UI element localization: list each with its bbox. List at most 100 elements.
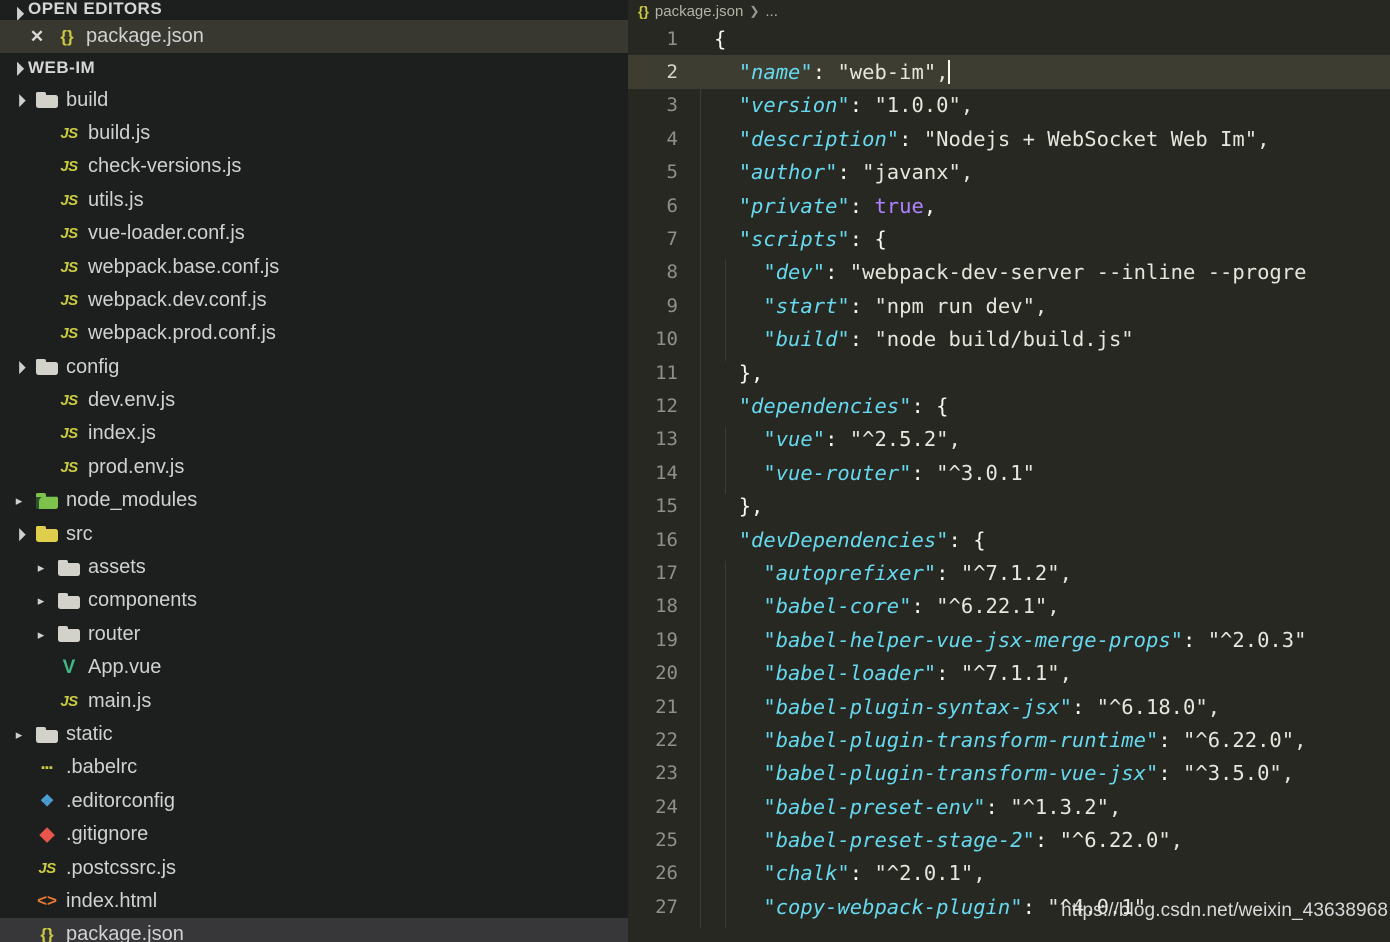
code-line[interactable]: 24 "babel-preset-env": "^1.3.2", xyxy=(628,790,1390,829)
token-p: { xyxy=(714,26,727,51)
tree-item-gitignore[interactable]: ◆ .gitignore xyxy=(0,818,628,851)
tree-item-main-js[interactable]: JS main.js xyxy=(0,684,628,717)
tree-item-node-modules[interactable]: node_modules xyxy=(0,484,628,517)
token-key: "build" xyxy=(763,327,850,352)
chevron-down-icon[interactable] xyxy=(6,7,28,19)
file-tree[interactable]: build JS build.js JS check-versions.js JS util… xyxy=(0,83,628,942)
code-text: { xyxy=(700,27,726,51)
code-line[interactable]: 19 "babel-helper-vue-jsx-merge-props": "… xyxy=(628,623,1390,662)
code-line[interactable]: 22 "babel-plugin-transform-runtime": "^6… xyxy=(628,723,1390,762)
code-line[interactable]: 1{ xyxy=(628,22,1390,55)
token-key: "babel-loader" xyxy=(763,661,937,686)
token-p: : xyxy=(936,661,961,686)
tree-item-assets[interactable]: assets xyxy=(0,551,628,584)
tree-item-package-json[interactable]: {} package.json xyxy=(0,918,628,942)
token-key: "chalk" xyxy=(763,861,850,886)
tree-item-label: utils.js xyxy=(88,188,144,211)
tree-item-check-versions-js[interactable]: JS check-versions.js xyxy=(0,150,628,183)
code-line[interactable]: 5 "author": "javanx", xyxy=(628,156,1390,194)
open-editor-item[interactable]: ✕ {} package.json xyxy=(0,20,628,54)
tree-item-index-html[interactable]: <> index.html xyxy=(0,885,628,918)
chevron-down-icon[interactable] xyxy=(6,62,28,74)
tree-item-dev-env-js[interactable]: JS dev.env.js xyxy=(0,384,628,417)
tree-item-label: prod.env.js xyxy=(88,455,185,478)
code-line[interactable]: 23 "babel-plugin-transform-vue-jsx": "^3… xyxy=(628,757,1390,795)
code-line[interactable]: 13 "vue": "^2.5.2", xyxy=(628,423,1390,461)
tree-item-webpack-prod-conf-js[interactable]: JS webpack.prod.conf.js xyxy=(0,317,628,350)
line-number: 16 xyxy=(655,528,678,551)
code-line[interactable]: 18 "babel-core": "^6.22.1", xyxy=(628,590,1390,628)
code-line[interactable]: 8 "dev": "webpack-dev-server --inline --… xyxy=(628,256,1390,294)
open-editors-list[interactable]: ✕ {} package.json xyxy=(0,20,628,54)
tree-item-config[interactable]: config xyxy=(0,351,628,384)
chevron-right-icon[interactable] xyxy=(30,594,52,607)
code-line[interactable]: 14 "vue-router": "^3.0.1" xyxy=(628,456,1390,495)
tree-item-build-js[interactable]: JS build.js xyxy=(0,117,628,150)
tree-item-components[interactable]: components xyxy=(0,584,628,617)
chevron-down-icon[interactable] xyxy=(8,94,30,106)
token-str: "javanx", xyxy=(862,160,974,185)
tree-item-src[interactable]: src xyxy=(0,517,628,550)
chevron-right-icon[interactable] xyxy=(8,494,30,507)
code-line[interactable]: 6 "private": true, xyxy=(628,189,1390,228)
line-number: 21 xyxy=(655,695,678,718)
code-line[interactable]: 20 "babel-loader": "^7.1.1", xyxy=(628,656,1390,695)
chevron-down-icon[interactable] xyxy=(8,361,30,373)
token-p: : xyxy=(849,327,875,352)
token-p: : { xyxy=(849,227,887,252)
code-line[interactable]: 9 "start": "npm run dev", xyxy=(628,289,1390,328)
tree-item-webpack-base-conf-js[interactable]: JS webpack.base.conf.js xyxy=(0,250,628,283)
chevron-down-icon[interactable] xyxy=(8,528,30,540)
tree-item-label: main.js xyxy=(88,689,152,712)
section-open-editors[interactable]: OPEN EDITORS xyxy=(0,0,628,20)
tree-item-build[interactable]: build xyxy=(0,83,628,116)
chevron-right-icon[interactable] xyxy=(30,561,52,574)
section-project-root[interactable]: WEB-IM xyxy=(0,53,628,83)
tree-item-webpack-dev-conf-js[interactable]: JS webpack.dev.conf.js xyxy=(0,284,628,317)
tree-item-app-vue[interactable]: V App.vue xyxy=(0,651,628,684)
breadcrumb[interactable]: {} package.json ❯ ... xyxy=(628,0,1390,22)
token-str: "^2.0.1", xyxy=(874,861,986,886)
tree-item-static[interactable]: static xyxy=(0,718,628,751)
code-line[interactable]: 3 "version": "1.0.0", xyxy=(628,89,1390,127)
code-text: "babel-core": "^6.22.1", xyxy=(700,594,1060,628)
code-line[interactable]: 4 "description": "Nodejs + WebSocket Web… xyxy=(628,122,1390,161)
tree-item-label: build xyxy=(66,88,109,111)
code-line[interactable]: 21 "babel-plugin-syntax-jsx": "^6.18.0", xyxy=(628,690,1390,728)
tree-item-prod-env-js[interactable]: JS prod.env.js xyxy=(0,451,628,484)
code-line[interactable]: 10 "build": "node build/build.js" xyxy=(628,323,1390,361)
tree-item-label: webpack.base.conf.js xyxy=(88,255,280,278)
tree-item-utils-js[interactable]: JS utils.js xyxy=(0,184,628,217)
code-line[interactable]: 12 "dependencies": { xyxy=(628,389,1390,428)
tree-item-router[interactable]: router xyxy=(0,618,628,651)
code-line[interactable]: 25 "babel-preset-stage-2": "^6.22.0", xyxy=(628,823,1390,862)
line-number: 11 xyxy=(655,361,678,384)
code-line[interactable]: 7 "scripts": { xyxy=(628,222,1390,261)
breadcrumb-tail[interactable]: ... xyxy=(765,3,778,20)
tree-item-vue-loader-conf-js[interactable]: JS vue-loader.conf.js xyxy=(0,217,628,250)
chevron-right-icon[interactable] xyxy=(8,728,30,741)
token-p: : xyxy=(899,126,924,151)
tree-item-editorconfig[interactable]: ❖ .editorconfig xyxy=(0,785,628,818)
token-p: : xyxy=(837,160,863,185)
code-line[interactable]: 17 "autoprefixer": "^7.1.2", xyxy=(628,556,1390,595)
code-line[interactable]: 15 }, xyxy=(628,489,1390,528)
explorer-sidebar[interactable]: OPEN EDITORS ✕ {} package.json WEB-IM buil… xyxy=(0,0,628,942)
code-line[interactable]: 26 "chalk": "^2.0.1", xyxy=(628,857,1390,895)
tree-item-postcssrc-js[interactable]: JS .postcssrc.js xyxy=(0,851,628,884)
close-icon[interactable]: ✕ xyxy=(24,27,50,47)
tree-item-label: webpack.prod.conf.js xyxy=(88,322,276,345)
code-line[interactable]: 2 "name": "web-im", xyxy=(628,55,1390,94)
code-text: "start": "npm run dev", xyxy=(700,293,1047,328)
tree-item-babelrc[interactable]: ▪▪▪ .babelrc xyxy=(0,751,628,784)
code-line[interactable]: 16 "devDependencies": { xyxy=(628,523,1390,561)
chevron-right-icon[interactable] xyxy=(30,628,52,641)
code-area[interactable]: 1{2 "name": "web-im", 3 "version": "1.0.0… xyxy=(628,22,1390,929)
code-text: "author": "javanx", xyxy=(700,160,974,194)
code-text: "version": "1.0.0", xyxy=(700,93,973,127)
code-tokens: "start": "npm run dev", xyxy=(714,294,1047,318)
token-p: }, xyxy=(738,494,764,519)
breadcrumb-file[interactable]: package.json xyxy=(655,3,743,20)
code-line[interactable]: 11 }, xyxy=(628,356,1390,394)
tree-item-index-js[interactable]: JS index.js xyxy=(0,417,628,450)
